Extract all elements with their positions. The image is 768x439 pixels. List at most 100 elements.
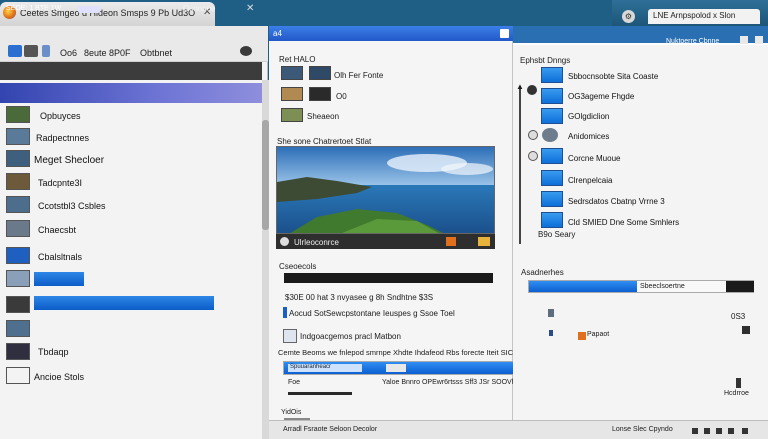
list-item[interactable]: Cbalsltnals [38, 252, 82, 262]
landscape-illustration [277, 147, 494, 233]
row-thumbnail[interactable] [6, 296, 30, 313]
list-item[interactable]: Ccotstbl3 Csbles [38, 201, 106, 211]
advanced-fill [529, 281, 637, 292]
media-thumbnail[interactable] [309, 66, 331, 80]
media-thumbnail[interactable] [309, 87, 331, 101]
media-thumbnail[interactable] [281, 87, 303, 101]
right-tab[interactable]: LNE Arnpspolod x Slon [648, 9, 760, 24]
media-label[interactable]: O0 [336, 92, 347, 101]
tree-footer[interactable]: B9o Seary [538, 230, 575, 239]
right-menu-icon[interactable] [755, 36, 763, 44]
row-thumbnail[interactable] [6, 367, 30, 384]
handle-icon[interactable] [736, 378, 741, 388]
list-item[interactable]: Meget Shecloer [34, 155, 104, 166]
tree-title: Ephsbt Dnngs [520, 56, 571, 65]
play-icon[interactable] [280, 237, 289, 246]
row-thumbnail[interactable] [6, 220, 30, 237]
toolbar-btn-2[interactable]: 8eute 8P0F [84, 48, 131, 58]
radio-node[interactable] [528, 130, 538, 140]
tree-item[interactable]: Cld SMIED Dne Some Smhlers [568, 218, 679, 227]
item-thumbnail[interactable] [541, 67, 563, 83]
detail-row-1: $30E 00 hat 3 nvyasee g 8h Sndhtne $3S [285, 293, 434, 302]
list-item[interactable]: Tbdaqp [38, 347, 69, 357]
row-thumbnail[interactable] [6, 106, 30, 123]
tree-item[interactable]: Corcne Muoue [568, 154, 620, 163]
advanced-field-label: Sbeeclsoertne [640, 283, 685, 290]
middle-header-close-icon[interactable] [500, 29, 509, 38]
radio-node[interactable] [528, 151, 538, 161]
advanced-label: Asadnerhes [521, 268, 564, 277]
status-left-text: Arradl Fsraote Seloon Decolor [283, 426, 378, 433]
item-thumbnail[interactable] [541, 212, 563, 228]
mini-slider[interactable] [288, 392, 352, 395]
row-thumbnail[interactable] [6, 128, 30, 145]
marker-icon [549, 330, 553, 336]
media-thumbnail[interactable] [281, 66, 303, 80]
list-item[interactable]: Radpectnnes [36, 133, 89, 143]
status-icon-2[interactable] [704, 428, 710, 434]
toolbar-btn-1[interactable]: Oo6 [60, 48, 77, 58]
tree-item[interactable]: Clrenpelcaia [568, 176, 612, 185]
tree-item[interactable]: Sedrsdatos Cbatnp Vrrne 3 [568, 197, 665, 206]
toolbar-btn-3[interactable]: Obtbnet [140, 48, 172, 58]
row-thumbnail[interactable] [6, 343, 30, 360]
status-icon-4[interactable] [728, 428, 734, 434]
waveform-strip [34, 296, 214, 310]
list-item[interactable]: Opbuyces [40, 111, 81, 121]
left-scrollbar-thumb[interactable] [262, 120, 269, 230]
tree-item[interactable]: Sbbocnsobte Sita Coaste [568, 72, 658, 81]
detail-row-2: Aocud SotSewcpstontane Ieuspes g Ssoe To… [289, 309, 455, 318]
input-bar[interactable] [284, 273, 493, 283]
tree-node-icon [527, 85, 537, 95]
settings-icon[interactable]: ⚙ [622, 10, 635, 23]
preview-image[interactable] [276, 146, 495, 234]
media-thumbnail[interactable] [281, 108, 303, 122]
list-item[interactable]: Tadcpnte3I [38, 178, 82, 188]
right-small-icon[interactable] [742, 326, 750, 334]
right-divider [513, 43, 768, 45]
filter-bar-label[interactable]: Osnnaoe [183, 4, 215, 13]
status-icon-3[interactable] [716, 428, 722, 434]
small-label: Foe [288, 379, 301, 386]
list-item[interactable]: Chaecsbt [38, 225, 76, 235]
item-thumbnail[interactable] [541, 108, 563, 124]
detail-row-3: Indgoacgemos pracl Matbon [300, 332, 401, 341]
item-thumbnail[interactable] [541, 148, 563, 164]
row-thumbnail[interactable] [6, 150, 30, 167]
tree-item[interactable]: OG3ageme Fhgde [568, 92, 634, 101]
field-label: Cseoecols [279, 262, 317, 271]
orange-swatch[interactable] [578, 332, 586, 340]
media-label[interactable]: Sheaeon [307, 112, 339, 121]
selection-strip[interactable] [0, 83, 262, 103]
item-thumbnail[interactable] [541, 191, 563, 207]
middle-header [269, 26, 513, 41]
fullscreen-icon[interactable] [478, 237, 490, 246]
row-marker [283, 307, 287, 318]
tree-item[interactable]: Anidomices [568, 132, 609, 141]
media-label[interactable]: Olh Fer Fonte [334, 71, 383, 80]
item-thumbnail[interactable] [541, 170, 563, 186]
row-thumbnail[interactable] [6, 173, 30, 190]
item-thumbnail[interactable] [541, 88, 563, 104]
row-thumbnail[interactable] [6, 196, 30, 213]
filter-close-icon[interactable]: ✕ [246, 3, 254, 14]
timeline-chip-label: Spuuaranheacr [290, 364, 332, 370]
status-icon-5[interactable] [742, 428, 748, 434]
volume-icon[interactable] [446, 237, 456, 246]
pin-icon [548, 309, 554, 317]
list-item[interactable]: Ancioe Stols [34, 372, 84, 382]
row-thumbnail[interactable] [6, 270, 30, 287]
numeric-value: 0S3 [731, 312, 746, 321]
right-action-icon[interactable] [740, 36, 748, 44]
image-caption: She sone Chatrertoet Stlat [277, 137, 372, 146]
status-icon-1[interactable] [692, 428, 698, 434]
tree-item[interactable]: GOlgdiclion [568, 112, 609, 121]
filter-bar [0, 62, 262, 80]
folder-icon[interactable] [8, 45, 22, 57]
monitor-icon[interactable] [24, 45, 38, 57]
controller-icon[interactable] [240, 46, 252, 56]
checkbox[interactable] [283, 329, 297, 343]
row-thumbnail[interactable] [6, 247, 30, 264]
row-thumbnail[interactable] [6, 320, 30, 337]
file-icon[interactable] [42, 45, 50, 57]
